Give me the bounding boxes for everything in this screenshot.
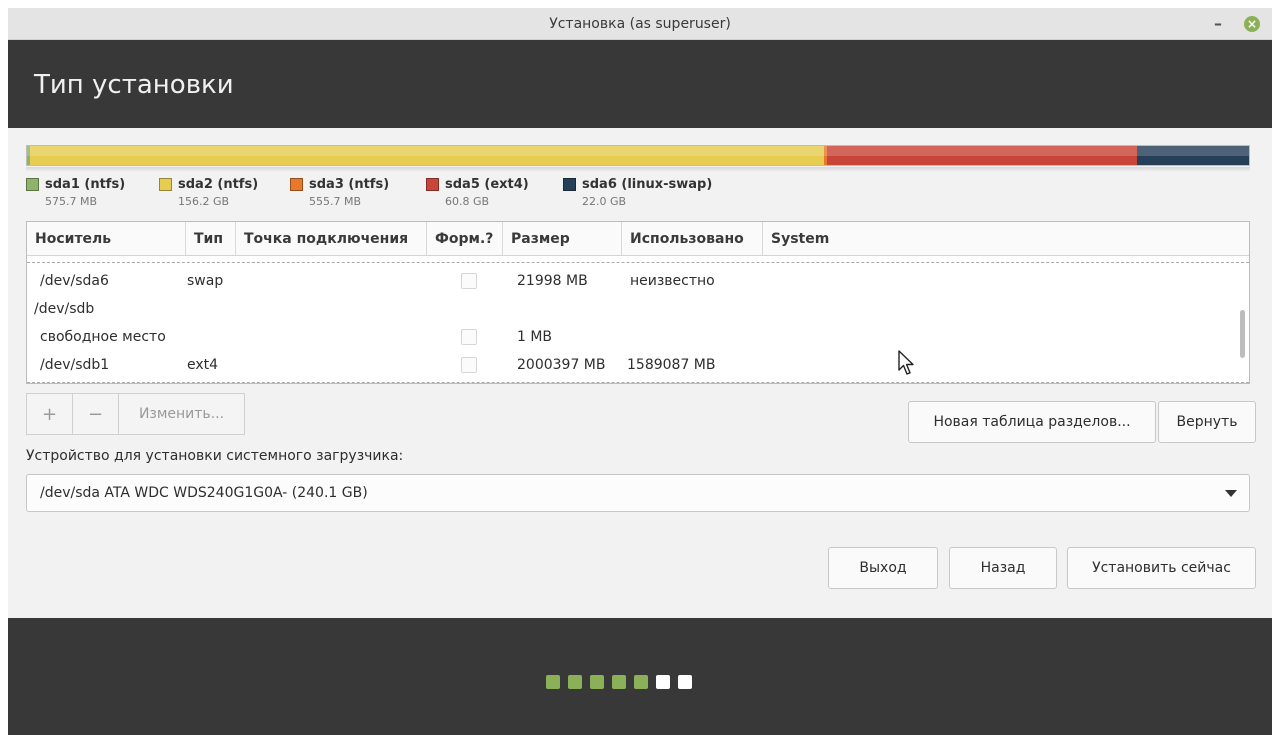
cell-device: /dev/sdb1	[40, 357, 110, 373]
legend-size: 60.8 GB	[445, 195, 490, 208]
progress-step-done	[546, 675, 560, 689]
page-title: Тип установки	[34, 70, 234, 100]
partition-bar	[26, 145, 1250, 166]
title-bar[interactable]: Установка (as superuser) – ×	[8, 8, 1272, 40]
revert-button[interactable]: Вернуть	[1158, 401, 1256, 443]
legend-swatch	[563, 178, 576, 191]
install-now-button[interactable]: Установить сейчас	[1067, 547, 1256, 589]
cell-used: 1589087 MB	[627, 357, 716, 373]
cell-device: /dev/sdb	[34, 301, 95, 317]
change-partition-button[interactable]: Изменить...	[118, 393, 245, 435]
bootloader-selected-value: /dev/sda ATA WDC WDS240G1G0A- (240.1 GB)	[40, 485, 368, 501]
progress-step-done	[568, 675, 582, 689]
legend-name: sda3 (ntfs)	[309, 177, 390, 192]
chevron-down-icon	[1225, 490, 1237, 497]
clipped-row	[27, 256, 1249, 263]
footer	[8, 618, 1272, 735]
new-partition-table-button[interactable]: Новая таблица разделов...	[908, 401, 1156, 443]
format-checkbox[interactable]	[461, 273, 477, 289]
legend-size: 156.2 GB	[178, 195, 230, 208]
progress-step-pending	[678, 675, 692, 689]
partition-bar-shadow	[26, 167, 1250, 172]
bootloader-device-select[interactable]: /dev/sda ATA WDC WDS240G1G0A- (240.1 GB)	[26, 474, 1250, 512]
cell-type: ext4	[187, 357, 219, 373]
table-scrollbar[interactable]	[1240, 310, 1245, 358]
cell-used: неизвестно	[630, 273, 715, 289]
column-header-mount[interactable]: Точка подключения	[236, 222, 427, 256]
column-header-used[interactable]: Использовано	[622, 222, 763, 256]
progress-step-pending	[656, 675, 670, 689]
progress-step-done	[634, 675, 648, 689]
column-header-format[interactable]: Форм.?	[427, 222, 503, 256]
table-row[interactable]: /dev/sdb1 ext4 2000397 MB 1589087 MB	[27, 352, 1237, 380]
partition-segment-sda5	[827, 146, 1137, 165]
legend-swatch	[26, 178, 39, 191]
legend-name: sda6 (linux-swap)	[582, 177, 713, 192]
window-title: Установка (as superuser)	[549, 16, 731, 32]
cell-device: /dev/sda6	[40, 273, 109, 289]
legend-swatch	[426, 178, 439, 191]
format-checkbox[interactable]	[461, 329, 477, 345]
table-bottom-divider	[27, 382, 1249, 383]
legend-name: sda2 (ntfs)	[178, 177, 259, 192]
back-button[interactable]: Назад	[949, 547, 1057, 589]
format-checkbox[interactable]	[461, 357, 477, 373]
table-row[interactable]: /dev/sdb	[27, 296, 1237, 324]
partition-toolbar: + − Изменить...	[26, 393, 245, 435]
partition-segment-sda6	[1136, 146, 1250, 165]
progress-indicator	[546, 675, 700, 689]
cell-type: swap	[187, 273, 224, 289]
close-icon[interactable]: ×	[1244, 16, 1260, 32]
cell-size: 1 MB	[517, 329, 553, 345]
legend-name: sda1 (ntfs)	[45, 177, 126, 192]
page-header: Тип установки	[8, 40, 1272, 128]
legend-name: sda5 (ext4)	[445, 177, 529, 192]
add-partition-button[interactable]: +	[26, 393, 73, 435]
column-header-system[interactable]: System	[763, 222, 1249, 256]
table-row[interactable]: свободное место 1 MB	[27, 324, 1237, 352]
legend-swatch	[290, 178, 303, 191]
legend-size: 555.7 MB	[309, 195, 362, 208]
table-header: Носитель Тип Точка подключения Форм.? Ра…	[27, 222, 1249, 256]
minimize-icon[interactable]: –	[1208, 14, 1228, 34]
column-header-size[interactable]: Размер	[503, 222, 622, 256]
legend-swatch	[159, 178, 172, 191]
legend-size: 575.7 MB	[45, 195, 98, 208]
bootloader-label: Устройство для установки системного загр…	[26, 448, 404, 464]
partition-table[interactable]: Носитель Тип Точка подключения Форм.? Ра…	[26, 221, 1250, 384]
mouse-cursor-icon	[898, 350, 914, 375]
column-header-device[interactable]: Носитель	[27, 222, 186, 256]
progress-step-done	[612, 675, 626, 689]
partition-segment-sda2	[29, 146, 825, 165]
progress-step-done	[590, 675, 604, 689]
cell-size: 21998 MB	[517, 273, 588, 289]
column-header-type[interactable]: Тип	[186, 222, 236, 256]
legend-size: 22.0 GB	[582, 195, 627, 208]
cell-size: 2000397 MB	[517, 357, 606, 373]
cell-device: свободное место	[40, 329, 166, 345]
remove-partition-button[interactable]: −	[72, 393, 119, 435]
table-row[interactable]: /dev/sda6 swap 21998 MB неизвестно	[27, 268, 1237, 296]
table-body: /dev/sda6 swap 21998 MB неизвестно /dev/…	[27, 256, 1249, 383]
quit-button[interactable]: Выход	[828, 547, 938, 589]
